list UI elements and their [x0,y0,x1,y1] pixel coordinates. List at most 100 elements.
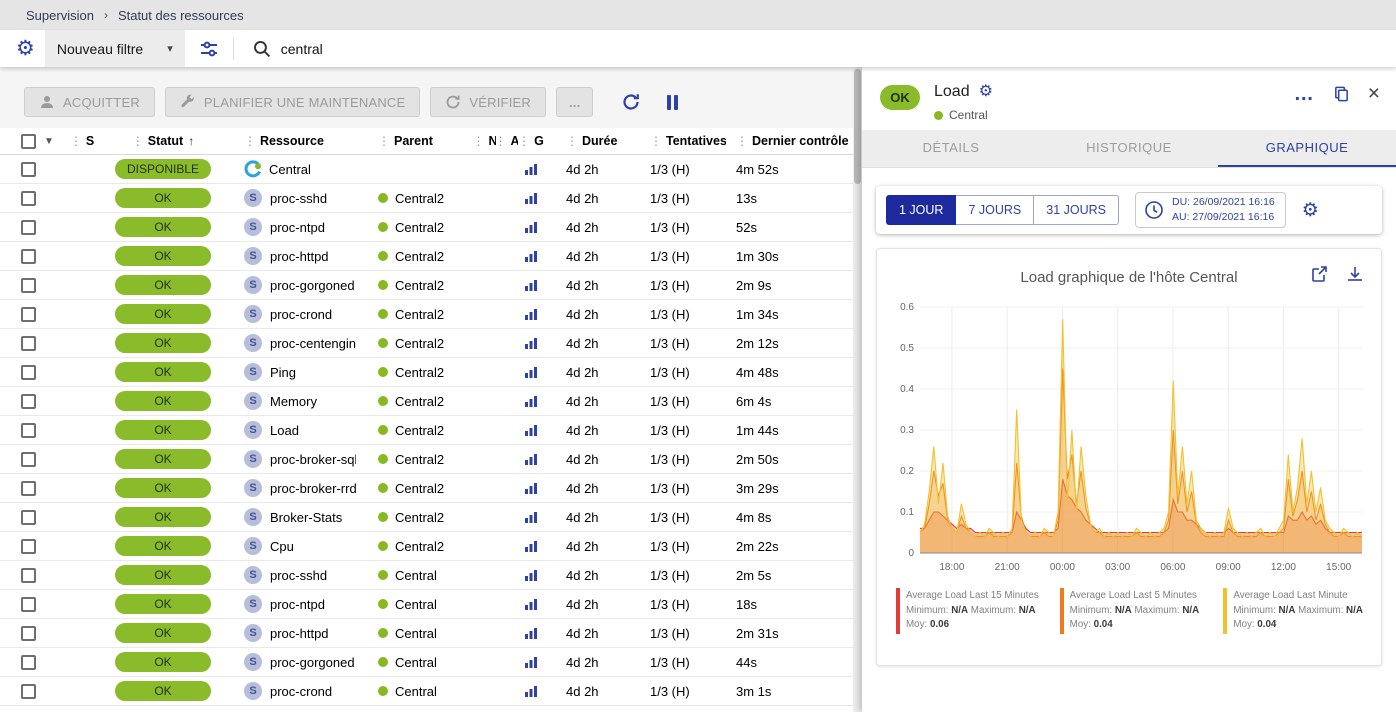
table-row[interactable]: OK S Cpu Central2 4d 2h 1/3 (H) 2m 22s [0,532,853,561]
search-input[interactable] [281,41,621,57]
select-all-checkbox[interactable] [21,134,36,149]
graph-icon[interactable] [524,278,538,292]
check-button[interactable]: VÉRIFIER [430,87,546,117]
settings-gear-icon[interactable]: ⚙ [16,38,35,59]
more-actions-button[interactable]: ... [556,87,593,117]
period-31-days-button[interactable]: 31 JOURS [1033,195,1119,225]
graph-icon[interactable] [524,539,538,553]
scrollbar-thumb[interactable] [854,69,861,184]
row-checkbox[interactable] [21,191,36,206]
header-tries[interactable]: ⋮Tentatives [632,134,726,148]
graph-icon[interactable] [524,220,538,234]
header-last-check[interactable]: ⋮Dernier contrôle [726,134,853,148]
breadcrumb-item-supervision[interactable]: Supervision [26,8,94,23]
graph-icon[interactable] [524,510,538,524]
graph-icon[interactable] [524,249,538,263]
row-checkbox[interactable] [21,452,36,467]
refresh-icon[interactable] [621,92,641,112]
header-resource[interactable]: ⋮Ressource [224,134,356,148]
graph-icon[interactable] [524,481,538,495]
legend-item[interactable]: Average Load Last 15 MinutesMinimum: N/A… [896,588,1051,634]
graph-icon[interactable] [524,162,538,176]
table-row[interactable]: OK S Ping Central2 4d 2h 1/3 (H) 4m 48s [0,358,853,387]
row-checkbox[interactable] [21,684,36,699]
header-graph[interactable]: ⋮G [518,134,544,148]
row-checkbox[interactable] [21,394,36,409]
table-row[interactable]: OK S proc-crond Central 4d 2h 1/3 (H) 3m… [0,677,853,706]
row-checkbox[interactable] [21,597,36,612]
table-row[interactable]: OK S proc-httpd Central2 4d 2h 1/3 (H) 1… [0,242,853,271]
filter-select[interactable]: Nouveau filtre ▾ [45,30,185,67]
header-parent[interactable]: ⋮Parent [356,134,474,148]
graph-icon[interactable] [524,684,538,698]
graph-icon[interactable] [524,394,538,408]
tab-details[interactable]: DÉTAILS [862,130,1040,167]
table-row[interactable]: OK S proc-gorgoned Central 4d 2h 1/3 (H)… [0,648,853,677]
table-row[interactable]: OK S proc-sshd Central2 4d 2h 1/3 (H) 13… [0,184,853,213]
table-row[interactable]: OK S proc-broker-rrd Central2 4d 2h 1/3 … [0,474,853,503]
row-checkbox[interactable] [21,365,36,380]
table-row[interactable]: OK S proc-ntpd Central 4d 2h 1/3 (H) 18s [0,590,853,619]
panel-more-icon[interactable]: … [1294,88,1315,100]
row-checkbox[interactable] [21,655,36,670]
legend-item[interactable]: Average Load Last MinuteMinimum: N/A Max… [1223,588,1378,634]
graph-icon[interactable] [524,423,538,437]
tab-graph[interactable]: GRAPHIQUE [1218,130,1396,167]
acknowledge-button[interactable]: ACQUITTER [24,87,155,117]
pause-icon[interactable] [667,95,678,110]
panel-settings-gear-icon[interactable]: ⚙ [979,84,993,100]
header-notes[interactable]: ⋮N [474,134,496,148]
date-range-picker[interactable]: DU: 26/09/2021 16:16 AU: 27/09/2021 16:1… [1135,192,1286,227]
header-duration[interactable]: ⋮Durée [544,134,632,148]
row-checkbox[interactable] [21,220,36,235]
tab-history[interactable]: HISTORIQUE [1040,130,1218,167]
row-checkbox[interactable] [21,307,36,322]
graph-icon[interactable] [524,336,538,350]
legend-item[interactable]: Average Load Last 5 MinutesMinimum: N/A … [1060,588,1215,634]
header-severity[interactable]: ⋮S [62,134,102,148]
breadcrumb-item-resource-status[interactable]: Statut des ressources [118,8,244,23]
table-row[interactable]: OK S Broker-Stats Central2 4d 2h 1/3 (H)… [0,503,853,532]
row-checkbox[interactable] [21,336,36,351]
graph-icon[interactable] [524,626,538,640]
close-icon[interactable]: × [1368,86,1380,103]
header-status[interactable]: ⋮Statut↑ [102,134,224,148]
graph-icon[interactable] [524,307,538,321]
table-row[interactable]: OK S proc-crond Central2 4d 2h 1/3 (H) 1… [0,300,853,329]
table-row[interactable]: OK S proc-httpd Central 4d 2h 1/3 (H) 2m… [0,619,853,648]
graph-settings-gear-icon[interactable]: ⚙ [1302,201,1319,220]
table-row[interactable]: DISPONIBLE S Central 4d 2h 1/3 (H) 4m 52… [0,155,853,184]
row-checkbox[interactable] [21,539,36,554]
table-scrollbar[interactable] [853,67,862,712]
table-row[interactable]: OK S proc-broker-sql Central2 4d 2h 1/3 … [0,445,853,474]
graph-icon[interactable] [524,191,538,205]
table-row[interactable]: OK S Load Central2 4d 2h 1/3 (H) 1m 44s [0,416,853,445]
graph-icon[interactable] [524,568,538,582]
open-in-new-icon[interactable] [1310,265,1328,283]
row-checkbox[interactable] [21,162,36,177]
table-row[interactable]: OK S proc-centengine Central2 4d 2h 1/3 … [0,329,853,358]
table-row[interactable]: OK S proc-sshd Central 4d 2h 1/3 (H) 2m … [0,561,853,590]
table-row[interactable]: OK S Memory Central2 4d 2h 1/3 (H) 6m 4s [0,387,853,416]
row-checkbox[interactable] [21,510,36,525]
graph-icon[interactable] [524,452,538,466]
row-checkbox[interactable] [21,278,36,293]
row-checkbox[interactable] [21,249,36,264]
select-menu-caret-icon[interactable]: ▼ [44,136,54,147]
period-1-day-button[interactable]: 1 JOUR [886,195,956,225]
graph-icon[interactable] [524,597,538,611]
row-checkbox[interactable] [21,423,36,438]
header-action[interactable]: ⋮A [496,134,518,148]
row-checkbox[interactable] [21,626,36,641]
graph-icon[interactable] [524,655,538,669]
table-row[interactable]: OK S proc-gorgoned Central2 4d 2h 1/3 (H… [0,271,853,300]
download-icon[interactable] [1346,265,1364,283]
period-7-days-button[interactable]: 7 JOURS [955,195,1034,225]
table-row[interactable]: OK S proc-ntpd Central2 4d 2h 1/3 (H) 52… [0,213,853,242]
graph-icon[interactable] [524,365,538,379]
copy-link-icon[interactable] [1333,85,1350,103]
row-checkbox[interactable] [21,481,36,496]
filter-tune-icon[interactable] [199,39,219,59]
row-checkbox[interactable] [21,568,36,583]
downtime-button[interactable]: PLANIFIER UNE MAINTENANCE [165,87,420,117]
